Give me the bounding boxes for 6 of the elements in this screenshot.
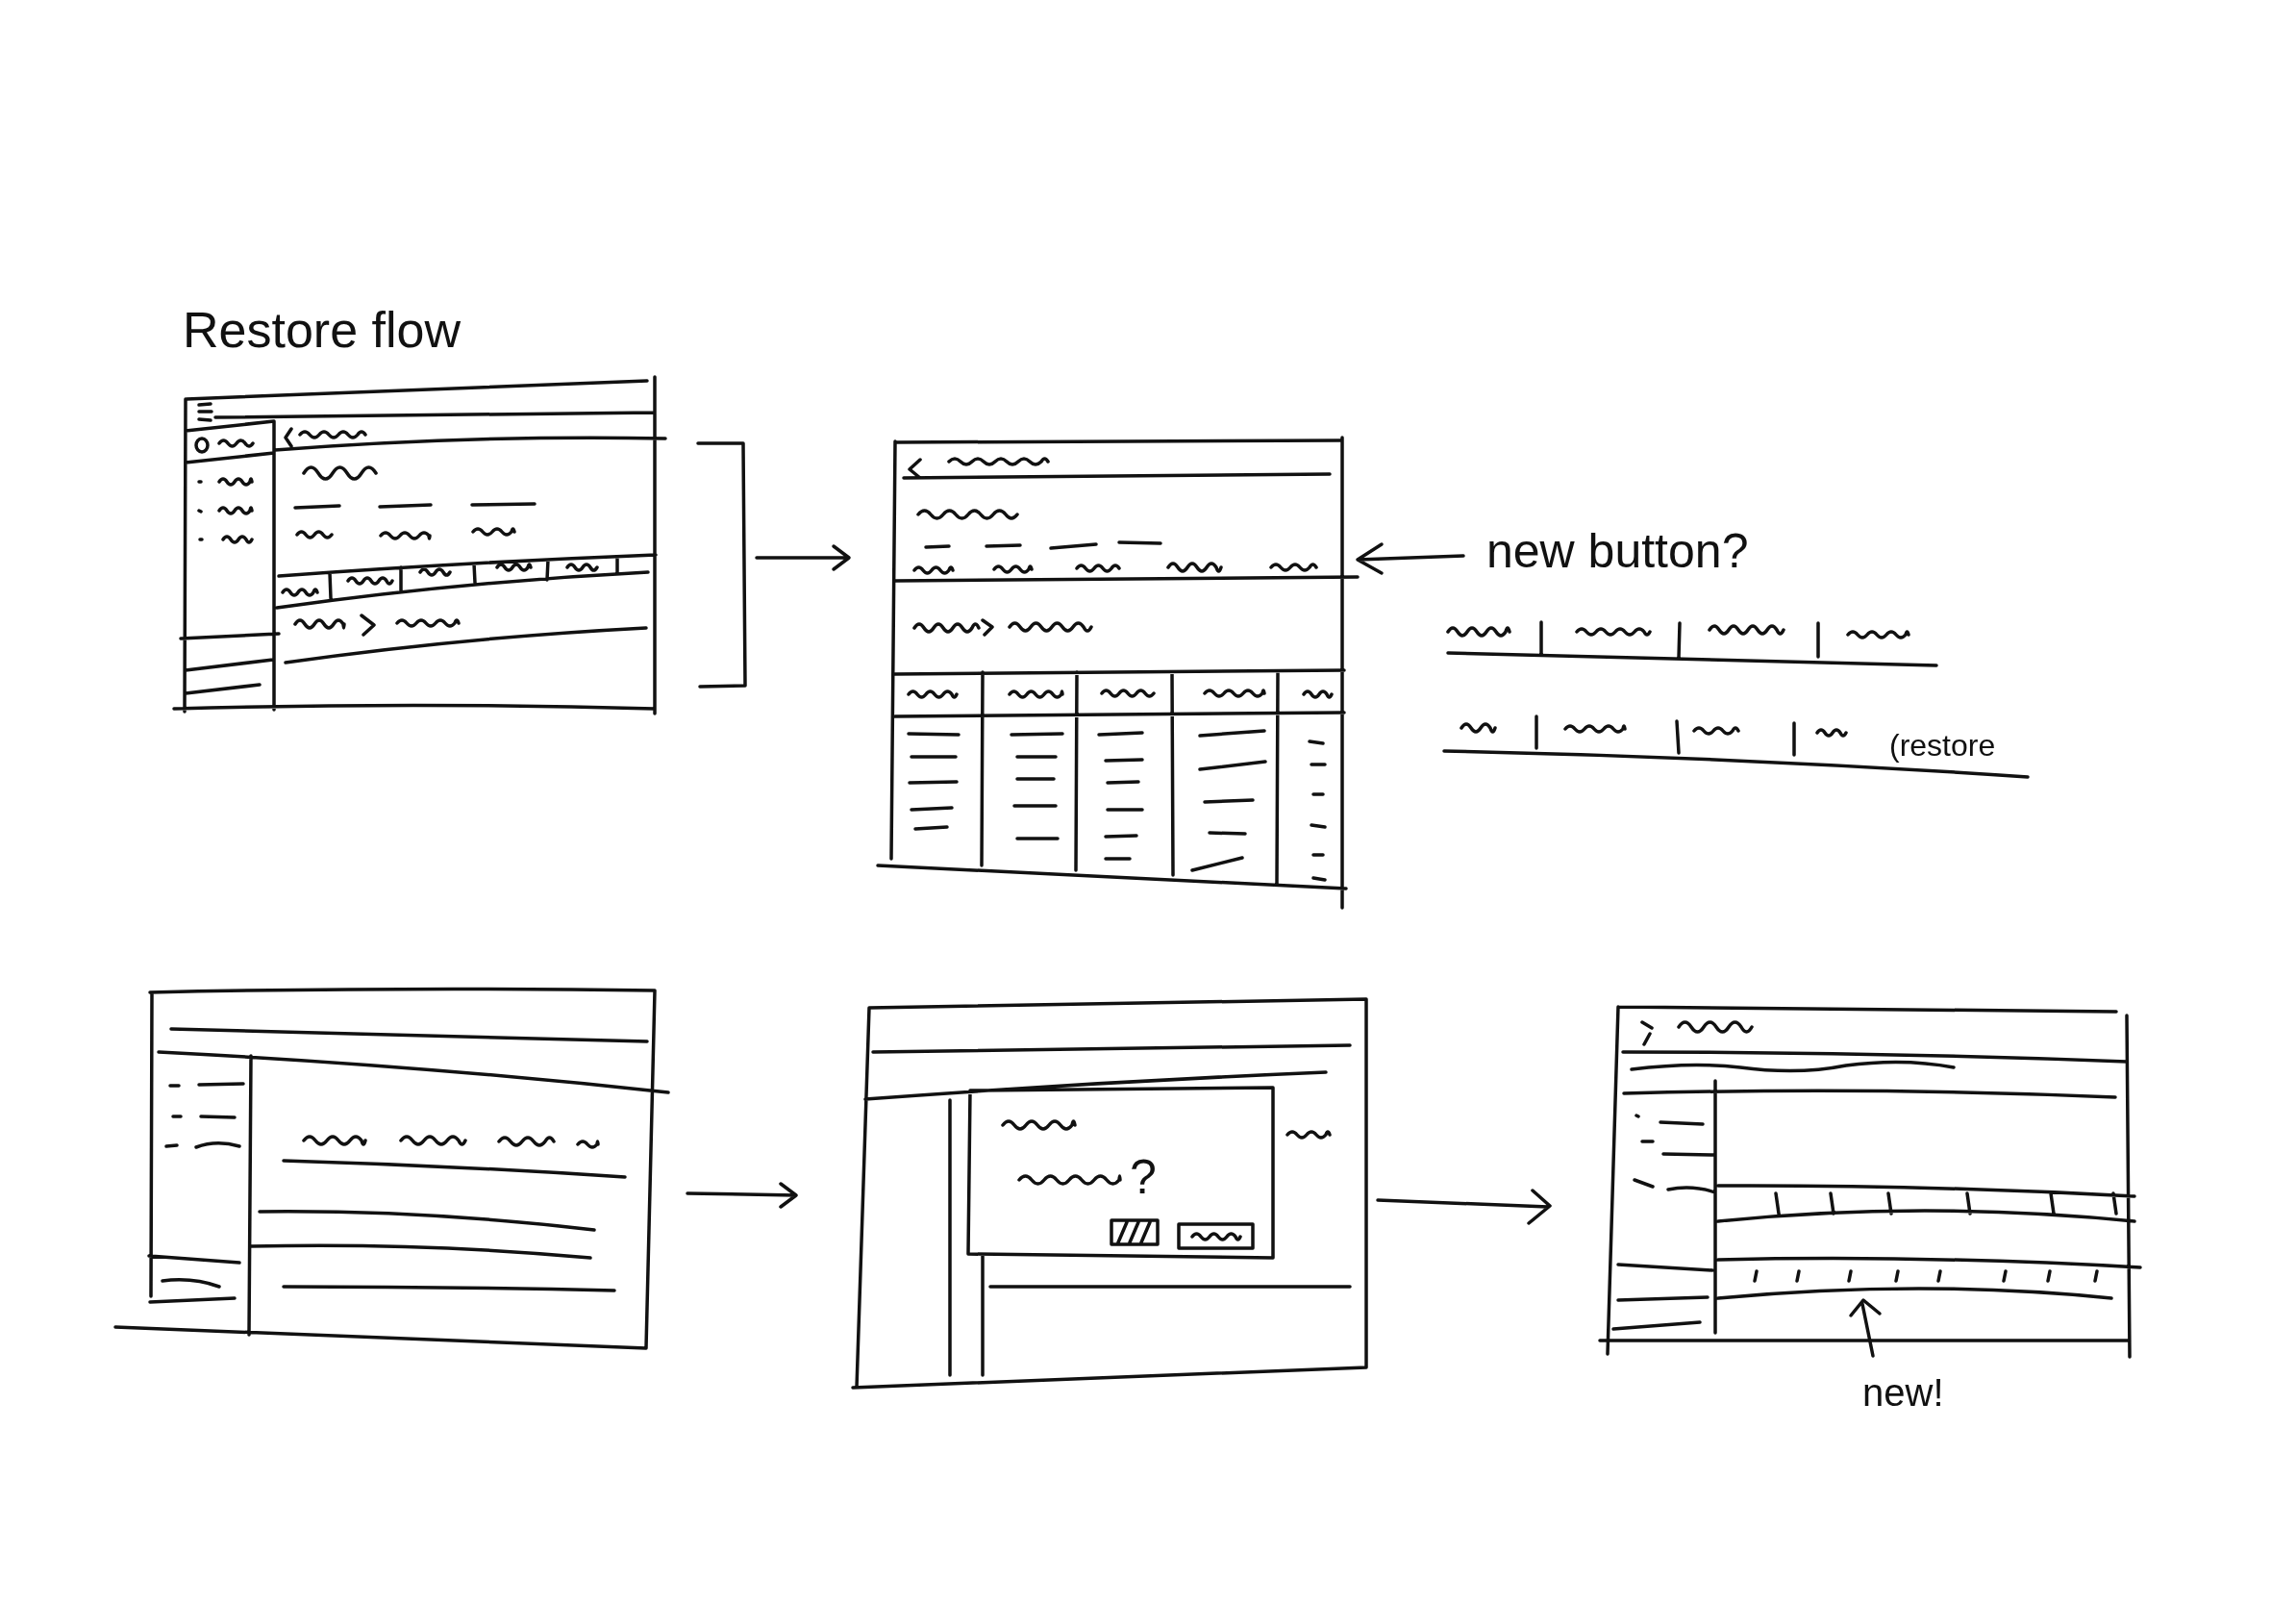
callout-text: new! — [1862, 1371, 1944, 1414]
callout-text: new button? — [1486, 524, 1749, 578]
pointer-arrow — [1849, 1298, 1882, 1358]
restore-label: (restore — [1889, 728, 1996, 763]
prompt-mark: ? — [1130, 1150, 1157, 1204]
page-title: Restore flow — [183, 302, 461, 358]
